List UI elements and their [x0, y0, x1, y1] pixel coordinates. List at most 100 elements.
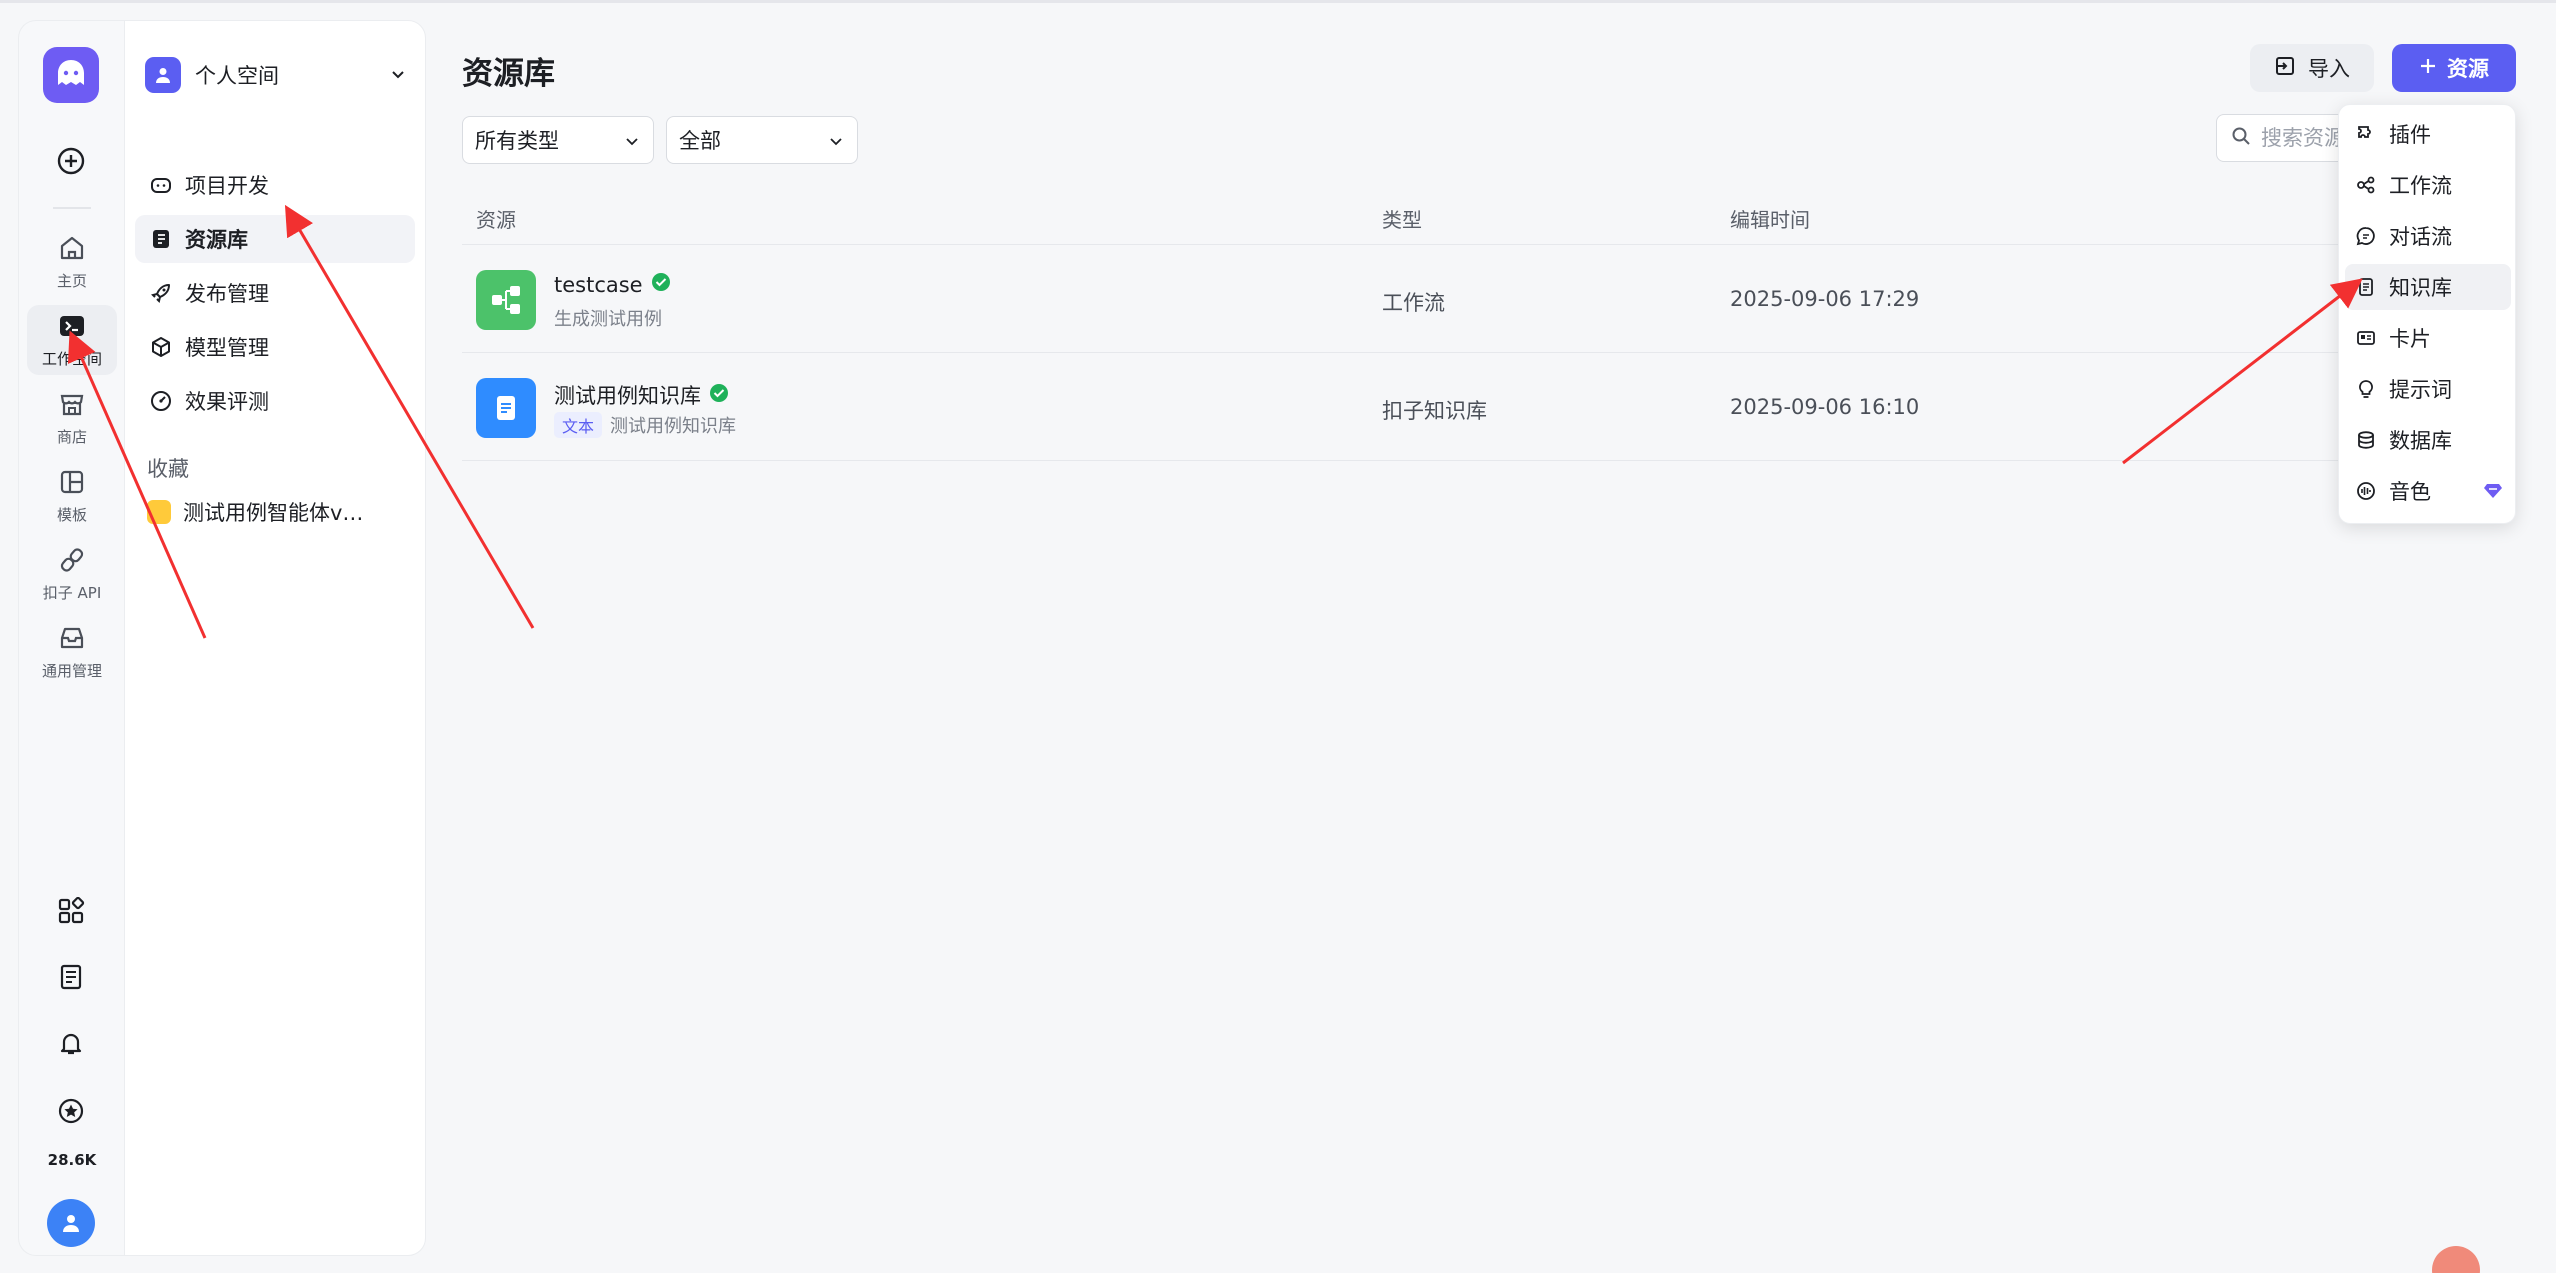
nav-item-label: 模型管理 [185, 336, 269, 360]
rail-item-template[interactable]: 模板 [27, 461, 117, 531]
resource-type: 扣子知识库 [1382, 399, 1487, 423]
chevron-down-icon [389, 65, 407, 87]
robot-icon [149, 173, 173, 197]
resource-edit-time: 2025-09-06 16:10 [1730, 395, 1920, 419]
add-resource-button[interactable]: 资源 [2392, 44, 2516, 92]
space-avatar-icon [145, 57, 181, 93]
premium-diamond-icon [2483, 482, 2503, 504]
row-divider [462, 460, 2356, 461]
create-plus-icon[interactable] [53, 143, 89, 179]
space-name: 个人空间 [195, 64, 279, 88]
bell-icon[interactable] [53, 1025, 89, 1061]
resource-desc: 测试用例知识库 [610, 416, 737, 437]
api-icon [58, 546, 86, 578]
user-avatar[interactable] [47, 1199, 95, 1247]
search-icon [2231, 126, 2251, 150]
template-icon [58, 468, 86, 500]
resource-edit-time: 2025-09-06 17:29 [1730, 287, 1920, 311]
rail-item-workspace[interactable]: 工作空间 [27, 305, 117, 375]
database-icon [2355, 429, 2377, 451]
import-icon [2274, 55, 2296, 82]
menu-item-label: 对话流 [2389, 225, 2452, 249]
chevron-down-icon [623, 131, 641, 155]
nav-item-model-management[interactable]: 模型管理 [135, 323, 415, 371]
favorite-item[interactable]: 测试用例智能体v… [147, 497, 363, 527]
menu-item-label: 数据库 [2389, 429, 2452, 453]
menu-item-label: 工作流 [2389, 174, 2452, 198]
menu-item-label: 提示词 [2389, 378, 2452, 402]
nav-item-project-dev[interactable]: 项目开发 [135, 161, 415, 209]
favorite-item-label: 测试用例智能体v… [183, 501, 364, 525]
nav-item-label: 资源库 [185, 228, 248, 252]
nav-item-resource-library[interactable]: 资源库 [135, 215, 415, 263]
check-circle-icon [709, 383, 729, 408]
chat-bubble-icon [2355, 225, 2377, 247]
resource-name: 测试用例知识库 [554, 384, 701, 408]
rail-item-store[interactable]: 商店 [27, 383, 117, 453]
rail-item-home[interactable]: 主页 [27, 227, 117, 297]
document-icon[interactable] [53, 959, 89, 995]
table-row-desc: 生成测试用例 [554, 305, 662, 331]
rail-item-label: 通用管理 [41, 661, 102, 680]
nav-item-label: 发布管理 [185, 282, 269, 306]
home-icon [58, 234, 86, 266]
workspace-terminal-icon [58, 312, 86, 344]
menu-item-label: 插件 [2389, 123, 2431, 147]
menu-item-plugin[interactable]: 插件 [2345, 111, 2511, 157]
resource-type: 工作流 [1382, 291, 1445, 315]
workflow-nodes-icon [2355, 174, 2377, 196]
top-border [0, 0, 2556, 3]
menu-item-chatflow[interactable]: 对话流 [2345, 213, 2511, 259]
type-filter-select[interactable]: 所有类型 [462, 116, 654, 164]
row-divider [462, 352, 2356, 353]
import-button[interactable]: 导入 [2250, 44, 2374, 92]
menu-item-workflow[interactable]: 工作流 [2345, 162, 2511, 208]
menu-item-card[interactable]: 卡片 [2345, 315, 2511, 361]
table-row-name[interactable]: testcase [554, 272, 671, 297]
menu-item-prompt[interactable]: 提示词 [2345, 366, 2511, 412]
workflow-icon[interactable] [476, 270, 536, 330]
nav-item-publish[interactable]: 发布管理 [135, 269, 415, 317]
cube-icon [149, 335, 173, 359]
assistant-floating-avatar[interactable] [2432, 1246, 2480, 1273]
inbox-icon [58, 624, 86, 656]
workspace-nav-panel: 个人空间 项目开发 资源库 发布管理 模型管理 效果评测 收藏 测试用例智能体v… [124, 20, 426, 1256]
favorites-title: 收藏 [147, 457, 189, 481]
table-row-name[interactable]: 测试用例知识库 [554, 380, 729, 410]
nav-item-label: 效果评测 [185, 390, 269, 414]
nav-item-label: 项目开发 [185, 174, 269, 198]
scope-filter-value: 全部 [679, 129, 721, 153]
column-header-edit-time: 编辑时间 [1730, 208, 1810, 232]
type-filter-value: 所有类型 [475, 129, 559, 153]
resource-name: testcase [554, 272, 643, 297]
menu-item-label: 知识库 [2389, 276, 2452, 300]
app-logo-icon[interactable] [43, 47, 99, 103]
chevron-down-icon [827, 131, 845, 155]
menu-item-voice[interactable]: 音色 [2345, 468, 2511, 514]
menu-item-label: 卡片 [2389, 327, 2431, 351]
gauge-icon [149, 389, 173, 413]
column-header-type: 类型 [1382, 208, 1422, 232]
rail-item-label: 商店 [56, 427, 87, 446]
import-label: 导入 [2308, 57, 2350, 81]
rail-item-general-admin[interactable]: 通用管理 [27, 617, 117, 687]
menu-item-knowledge-base[interactable]: 知识库 [2345, 264, 2511, 310]
rail-item-api[interactable]: 扣子 API [27, 539, 117, 609]
check-circle-icon [651, 272, 671, 297]
space-switcher[interactable]: 个人空间 [145, 55, 415, 95]
apps-grid-icon[interactable] [53, 893, 89, 929]
knowledge-book-icon [2355, 276, 2377, 298]
resource-desc: 生成测试用例 [554, 309, 662, 330]
card-icon [2355, 327, 2377, 349]
left-rail: 主页 工作空间 商店 模板 扣子 API 通用管理 28.6K [18, 20, 124, 1256]
nav-item-evaluation[interactable]: 效果评测 [135, 377, 415, 425]
voice-wave-icon [2355, 480, 2377, 502]
menu-item-database[interactable]: 数据库 [2345, 417, 2511, 463]
plus-icon [2419, 56, 2437, 80]
scope-filter-select[interactable]: 全部 [666, 116, 858, 164]
knowledge-doc-icon[interactable] [476, 378, 536, 438]
library-book-icon [149, 227, 173, 251]
column-header-resource: 资源 [476, 208, 516, 232]
star-icon[interactable] [53, 1093, 89, 1129]
rocket-icon [149, 281, 173, 305]
